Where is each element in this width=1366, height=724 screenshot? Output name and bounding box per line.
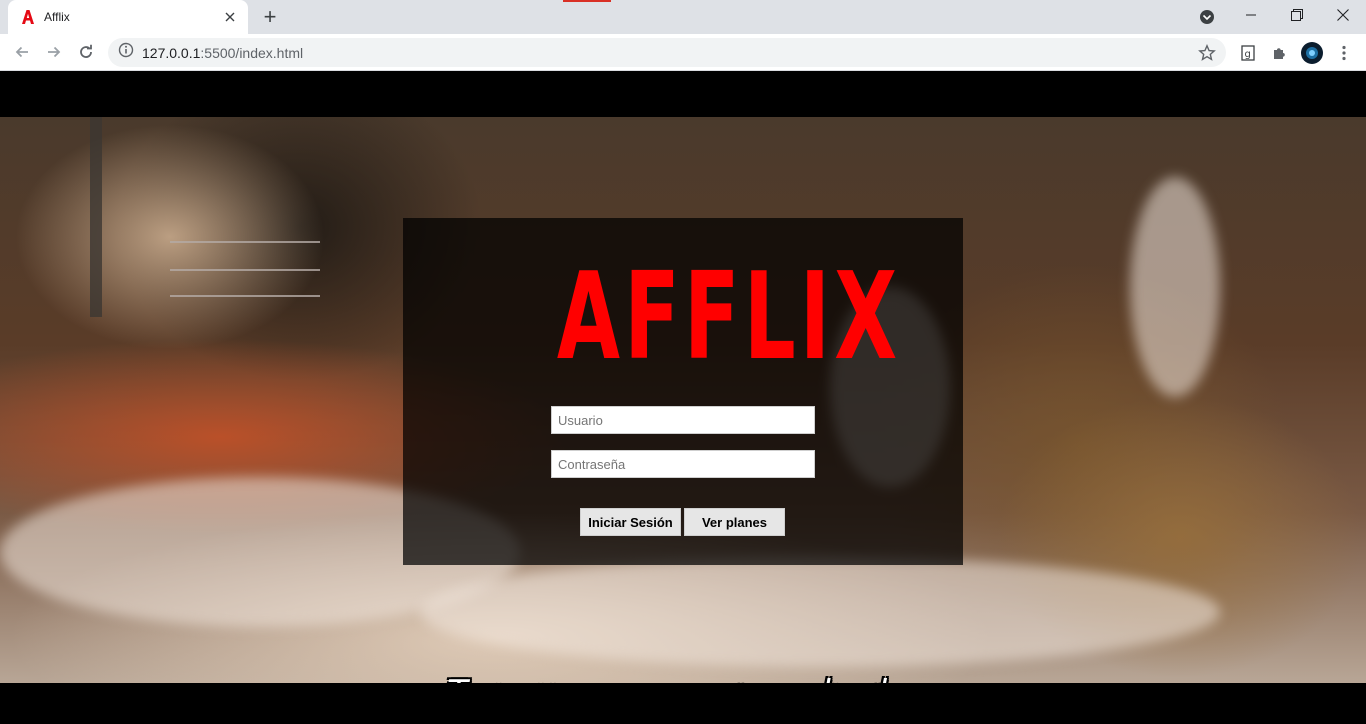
site-info-icon[interactable] [118,42,134,63]
tab-title: Afflix [44,10,70,24]
login-panel: AFFLIX Usuario Contraseña Iniciar Sesión… [403,218,963,565]
bookmark-star-icon[interactable] [1198,44,1216,62]
video-spray [420,557,1220,667]
new-tab-button[interactable]: + [258,5,282,29]
video-frame-rail [170,241,320,243]
url-text: 127.0.0.1:5500/index.html [142,45,303,61]
video-spray [1130,177,1220,397]
video-frame-rail [170,295,320,297]
reload-button[interactable] [72,38,100,66]
url-host: 127.0.0.1 [142,44,201,61]
translate-extension-icon[interactable]: g [1237,42,1259,64]
video-frame-rail [170,269,320,271]
minimize-window-button[interactable] [1228,0,1274,30]
browser-menu-icon[interactable] [1333,42,1355,64]
forward-button[interactable] [40,38,68,66]
tab-close-icon[interactable] [222,9,238,25]
tab-search-icon[interactable] [1198,8,1216,26]
url-path: :5500/index.html [200,44,304,61]
svg-text:g: g [1245,49,1251,60]
back-button[interactable] [8,38,36,66]
close-window-button[interactable] [1320,0,1366,30]
browser-tabbar: Afflix + [0,0,1366,34]
background-video[interactable]: AFFLIX Usuario Contraseña Iniciar Sesión… [0,117,1366,683]
afflix-logo: AFFLIX [556,248,902,387]
restore-window-button[interactable] [1274,0,1320,30]
media-playing-indicator [563,0,611,2]
password-input[interactable]: Contraseña [551,450,815,478]
address-bar[interactable]: 127.0.0.1:5500/index.html [108,38,1226,67]
extensions-puzzle-icon[interactable] [1269,42,1291,64]
login-button[interactable]: Iniciar Sesión [580,508,681,536]
username-input[interactable]: Usuario [551,406,815,434]
video-frame-post [90,117,102,317]
view-plans-button[interactable]: Ver planes [684,508,785,536]
browser-toolbar: 127.0.0.1:5500/index.html g [0,34,1366,71]
profile-avatar[interactable] [1301,42,1323,64]
page-viewport: AFFLIX Usuario Contraseña Iniciar Sesión… [0,71,1366,724]
afflix-favicon-icon [20,9,36,25]
video-subtitle: Tenemos que aprovecharla. [0,673,1366,683]
browser-tab[interactable]: Afflix [8,0,248,34]
